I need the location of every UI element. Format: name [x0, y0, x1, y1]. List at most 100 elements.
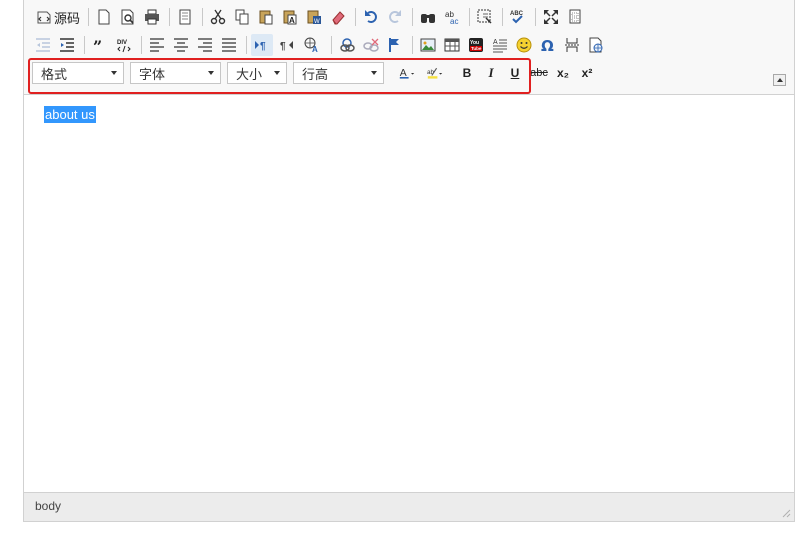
source-button[interactable]: 源码: [32, 6, 84, 28]
outdent-button[interactable]: [32, 34, 54, 56]
lineheight-combo-label: 行高: [302, 66, 329, 82]
anchor-button[interactable]: [384, 34, 406, 56]
iframe-icon: [589, 37, 603, 53]
toolbar-row-1: 源码 A W ab ac ABC: [32, 4, 588, 30]
editor-statusbar: body: [24, 492, 794, 521]
preview-icon: [121, 9, 134, 25]
separator: [331, 36, 332, 54]
print-icon: [145, 9, 160, 25]
image-button[interactable]: [417, 34, 439, 56]
text-color-icon: A: [399, 68, 415, 79]
remove-format-button[interactable]: [327, 6, 349, 28]
svg-text:A: A: [493, 39, 498, 46]
subscript-button[interactable]: x₂: [552, 62, 574, 84]
preview-button[interactable]: [117, 6, 139, 28]
table-button[interactable]: [441, 34, 463, 56]
toolbar-row-3: 格式 字体 大小 行高 A ab B I U abc x₂ x²: [32, 60, 600, 86]
show-blocks-button[interactable]: [564, 6, 586, 28]
underline-label: U: [510, 66, 520, 80]
special-char-button[interactable]: Ω: [537, 34, 559, 56]
copy-button[interactable]: [231, 6, 253, 28]
eraser-icon: [332, 11, 345, 25]
separator: [84, 36, 85, 54]
chevron-down-icon: [208, 71, 214, 75]
subscript-label: x₂: [556, 66, 569, 80]
language-button[interactable]: A: [299, 34, 325, 56]
strikethrough-button[interactable]: abc: [528, 62, 550, 84]
italic-button[interactable]: I: [480, 62, 502, 84]
link-button[interactable]: [336, 34, 358, 56]
horizontal-rule-button[interactable]: A: [489, 34, 511, 56]
omega-icon: Ω: [541, 37, 554, 53]
scissors-icon: [210, 9, 226, 25]
create-div-button[interactable]: DIV: [113, 34, 135, 56]
align-center-button[interactable]: [170, 34, 192, 56]
svg-text:ac: ac: [450, 17, 458, 25]
spellcheck-button[interactable]: ABC: [507, 6, 529, 28]
size-combo[interactable]: 大小: [227, 62, 287, 84]
binoculars-icon: [421, 14, 436, 23]
format-combo-label: 格式: [41, 66, 68, 82]
maximize-icon: [544, 10, 559, 24]
svg-text:¶: ¶: [260, 41, 266, 52]
align-right-button[interactable]: [194, 34, 216, 56]
redo-button[interactable]: [384, 6, 406, 28]
justify-icon: [222, 38, 236, 52]
unlink-button[interactable]: [360, 34, 382, 56]
horizontal-rule-icon: A: [493, 39, 507, 53]
bg-color-button[interactable]: ab: [422, 62, 448, 84]
superscript-button[interactable]: x²: [576, 62, 598, 84]
unlink-icon: [363, 38, 379, 52]
separator: [412, 36, 413, 54]
maximize-button[interactable]: [540, 6, 562, 28]
italic-label: I: [488, 65, 494, 80]
page-break-button[interactable]: [561, 34, 583, 56]
page-break-icon: [565, 38, 579, 52]
undo-button[interactable]: [360, 6, 382, 28]
outdent-icon: [36, 38, 50, 52]
flag-icon: [389, 38, 399, 52]
rich-text-editor: 源码 A W ab ac ABC ” DIV ¶ ¶ A You Tube A …: [23, 0, 795, 522]
select-all-button[interactable]: [474, 6, 496, 28]
indent-button[interactable]: [56, 34, 78, 56]
new-page-button[interactable]: [93, 6, 115, 28]
paste-button[interactable]: [255, 6, 277, 28]
separator: [141, 36, 142, 54]
print-button[interactable]: [141, 6, 163, 28]
svg-text:Ω: Ω: [541, 37, 554, 53]
collapse-up-icon: [776, 78, 783, 82]
find-button[interactable]: [417, 6, 439, 28]
editor-content-area[interactable]: about us: [24, 95, 794, 494]
templates-button[interactable]: [174, 6, 196, 28]
undo-icon: [365, 10, 377, 23]
separator: [202, 8, 204, 26]
selected-text[interactable]: about us: [44, 106, 96, 123]
separator: [469, 8, 471, 26]
youtube-button[interactable]: You Tube: [465, 34, 487, 56]
svg-text:A: A: [312, 45, 318, 53]
underline-button[interactable]: U: [504, 62, 526, 84]
ltr-button[interactable]: ¶: [251, 34, 273, 56]
format-combo[interactable]: 格式: [32, 62, 124, 84]
resize-grip-icon[interactable]: [782, 509, 791, 518]
paste-word-button[interactable]: W: [303, 6, 325, 28]
iframe-button[interactable]: [585, 34, 607, 56]
lineheight-combo[interactable]: 行高: [293, 62, 384, 84]
text-direction-rtl-icon: ¶: [280, 41, 293, 52]
cut-button[interactable]: [207, 6, 229, 28]
toolbar-collapse-button[interactable]: [773, 74, 786, 86]
replace-button[interactable]: ab ac: [441, 6, 463, 28]
font-combo-label: 字体: [139, 66, 166, 82]
separator: [169, 8, 171, 26]
font-combo[interactable]: 字体: [130, 62, 221, 84]
smiley-button[interactable]: [513, 34, 535, 56]
paste-text-button[interactable]: A: [279, 6, 301, 28]
bold-button[interactable]: B: [456, 62, 478, 84]
element-path[interactable]: body: [35, 499, 61, 513]
align-center-icon: [174, 38, 188, 52]
justify-button[interactable]: [218, 34, 240, 56]
blockquote-button[interactable]: ”: [89, 34, 111, 56]
rtl-button[interactable]: ¶: [275, 34, 297, 56]
text-color-button[interactable]: A: [394, 62, 420, 84]
align-left-button[interactable]: [146, 34, 168, 56]
